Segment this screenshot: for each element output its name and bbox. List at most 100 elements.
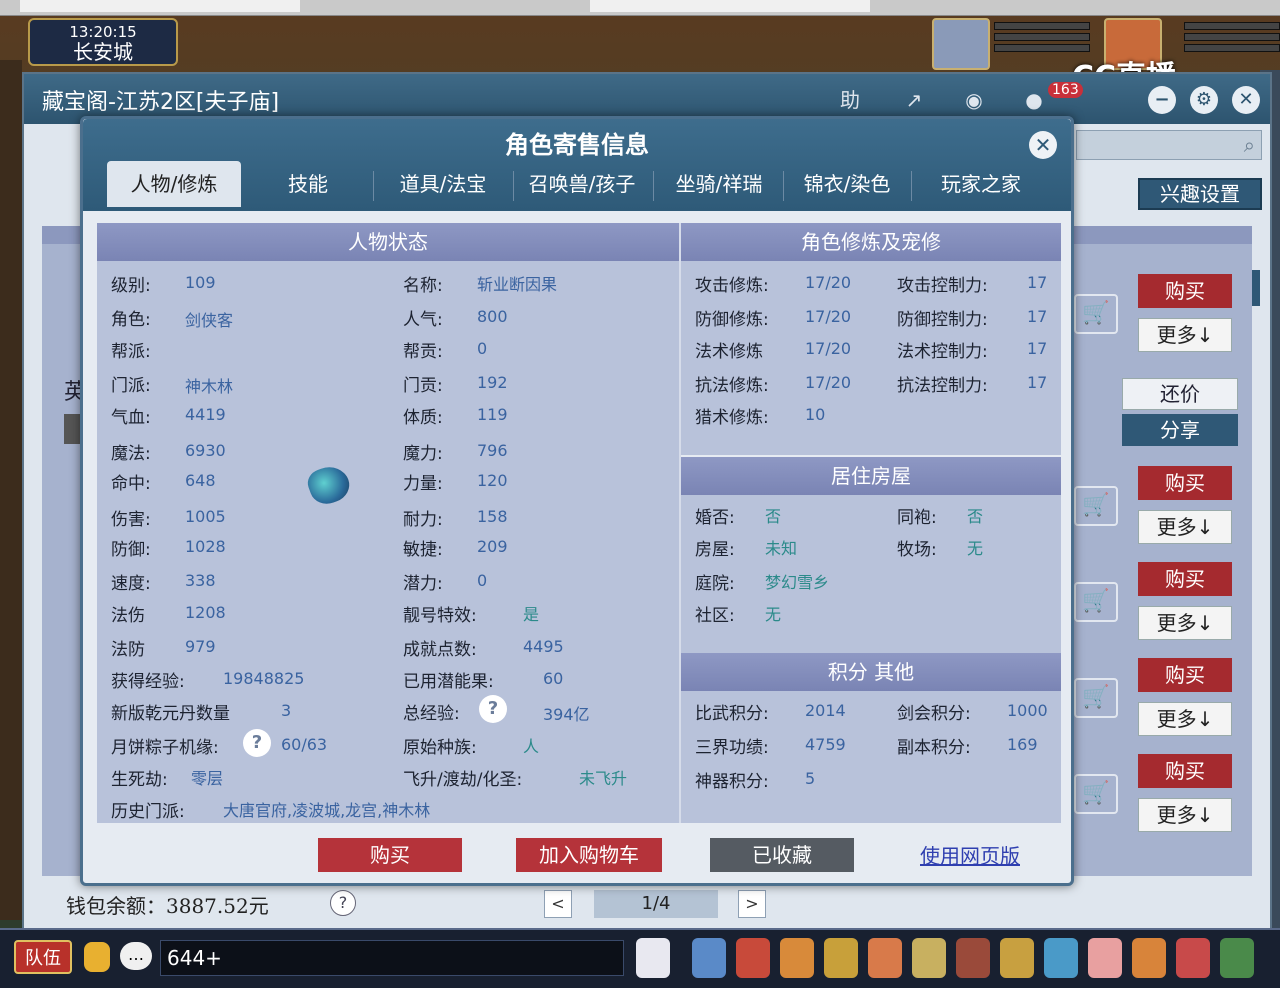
defense-cultivation-label: 防御修炼: xyxy=(695,310,769,330)
merit-label: 三界功绩: xyxy=(695,738,769,758)
panel-header: 人物状态 xyxy=(97,223,679,261)
tab-character[interactable]: 人物/修炼 xyxy=(107,161,241,207)
message-icon[interactable]: ● xyxy=(1020,86,1048,114)
assist-icon[interactable]: 助 xyxy=(836,86,864,114)
role-value: 剑侠客 xyxy=(185,311,234,330)
add-to-cart-button[interactable]: 加入购物车 xyxy=(516,838,662,872)
strength-value: 120 xyxy=(477,471,508,490)
map-icon[interactable] xyxy=(1044,938,1078,978)
buy-button[interactable]: 购买 xyxy=(1138,274,1232,308)
tab-divider xyxy=(653,171,654,201)
artifact-points-label: 神器积分: xyxy=(695,772,769,792)
sworn-value: 否 xyxy=(967,507,984,526)
buy-button[interactable]: 购买 xyxy=(318,838,462,872)
buy-button[interactable]: 购买 xyxy=(1138,658,1232,692)
more-button[interactable]: 更多↓ xyxy=(1138,798,1232,832)
damage-label: 伤害: xyxy=(111,510,151,530)
tab-home[interactable]: 玩家之家 xyxy=(919,161,1043,207)
system-icon[interactable] xyxy=(1176,938,1210,978)
pet-icon[interactable] xyxy=(636,938,670,978)
clock-time: 13:20:15 xyxy=(69,23,137,41)
wallet-balance: 钱包余额：3887.52元 xyxy=(66,894,269,918)
history-school-label: 历史门派: xyxy=(111,802,185,822)
favorited-button[interactable]: 已收藏 xyxy=(710,838,854,872)
share-arrow-icon[interactable]: ↗ xyxy=(900,86,928,114)
chat-bubble-icon[interactable]: … xyxy=(120,942,152,970)
cart-icon[interactable]: 🛒 xyxy=(1074,774,1118,814)
attack-cultivation-value: 17/20 xyxy=(805,273,852,292)
tab-skills[interactable]: 技能 xyxy=(263,161,353,207)
tab-outfits[interactable]: 锦衣/染色 xyxy=(789,161,905,207)
sword-icon[interactable] xyxy=(692,938,726,978)
cart-icon[interactable]: 🛒 xyxy=(1074,486,1118,526)
browser-tab[interactable] xyxy=(590,0,870,12)
buy-button[interactable]: 购买 xyxy=(1138,754,1232,788)
defense-label: 防御: xyxy=(111,540,151,560)
school-value: 神木林 xyxy=(185,377,234,396)
tab-mounts[interactable]: 坐骑/祥瑞 xyxy=(659,161,779,207)
book-icon[interactable] xyxy=(956,938,990,978)
bell-icon[interactable] xyxy=(1000,938,1034,978)
dungeon-points-label: 副本积分: xyxy=(897,738,971,758)
search-icon[interactable]: ⌕ xyxy=(1244,133,1255,157)
exp-label: 获得经验: xyxy=(111,672,185,692)
sworn-label: 同袍: xyxy=(897,508,937,528)
gang-contribution-label: 帮贡: xyxy=(403,342,443,362)
gift-icon[interactable] xyxy=(868,938,902,978)
modal-close-icon[interactable]: ✕ xyxy=(1029,131,1057,159)
attack-control-label: 攻击控制力: xyxy=(897,276,988,296)
cart-icon[interactable]: 🛒 xyxy=(1074,678,1118,718)
scrollbar-thumb[interactable] xyxy=(1252,270,1260,306)
more-button[interactable]: 更多↓ xyxy=(1138,702,1232,736)
settings-icon[interactable] xyxy=(1220,938,1254,978)
interest-settings-button[interactable]: 兴趣设置 xyxy=(1138,178,1262,210)
prev-page-button[interactable]: < xyxy=(544,890,572,918)
speed-value: 338 xyxy=(185,571,216,590)
cart-icon[interactable]: 🛒 xyxy=(1074,582,1118,622)
more-button[interactable]: 更多↓ xyxy=(1138,606,1232,640)
merit-value: 4759 xyxy=(805,735,846,754)
potential-value: 0 xyxy=(477,571,488,590)
microphone-icon[interactable] xyxy=(84,942,110,972)
chat-input[interactable]: 644+ xyxy=(160,940,624,976)
buy-button[interactable]: 购买 xyxy=(1138,562,1232,596)
hit-value: 648 xyxy=(185,471,216,490)
ring-icon[interactable] xyxy=(780,938,814,978)
wallet-help-icon[interactable]: ? xyxy=(330,890,356,916)
bargain-button[interactable]: 还价 xyxy=(1122,378,1238,410)
browser-tab[interactable] xyxy=(20,0,300,12)
chest-icon[interactable] xyxy=(736,938,770,978)
mooncake-help-icon[interactable]: ? xyxy=(243,729,271,757)
tab-pets[interactable]: 召唤兽/孩子 xyxy=(517,161,647,207)
popularity-value: 800 xyxy=(477,307,508,326)
bag-icon[interactable] xyxy=(824,938,858,978)
sword-points-value: 1000 xyxy=(1007,701,1048,720)
more-button[interactable]: 更多↓ xyxy=(1138,318,1232,352)
team-button[interactable]: 队伍 xyxy=(14,940,72,974)
tab-divider xyxy=(513,171,514,201)
next-page-button[interactable]: > xyxy=(738,890,766,918)
scroll-icon[interactable] xyxy=(912,938,946,978)
close-icon[interactable]: ✕ xyxy=(1232,86,1260,114)
achievement-value: 4495 xyxy=(523,637,564,656)
tab-divider xyxy=(783,171,784,201)
cart-icon[interactable]: 🛒 xyxy=(1074,294,1118,334)
gear-icon[interactable]: ⚙ xyxy=(1190,86,1218,114)
friends-icon[interactable] xyxy=(1132,938,1166,978)
stop-icon[interactable]: ◉ xyxy=(960,86,988,114)
peach-icon[interactable] xyxy=(1088,938,1122,978)
buy-button[interactable]: 购买 xyxy=(1138,466,1232,500)
hit-label: 命中: xyxy=(111,474,151,494)
pvp-points-label: 比武积分: xyxy=(695,704,769,724)
use-web-version-link[interactable]: 使用网页版 xyxy=(920,840,1020,869)
tab-items[interactable]: 道具/法宝 xyxy=(383,161,503,207)
minimize-icon[interactable]: − xyxy=(1148,86,1176,114)
pet-portrait[interactable] xyxy=(932,18,990,70)
more-button[interactable]: 更多↓ xyxy=(1138,510,1232,544)
shop-title: 藏宝阁-江苏2区[夫子庙] xyxy=(42,90,280,115)
browser-tab-strip xyxy=(0,0,1280,16)
total-exp-help-icon[interactable]: ? xyxy=(479,695,507,723)
history-school-value: 大唐官府,凌波城,龙宫,神木林 xyxy=(223,801,431,820)
share-button[interactable]: 分享 xyxy=(1122,414,1238,446)
search-input[interactable]: ⌕ xyxy=(1076,130,1262,160)
